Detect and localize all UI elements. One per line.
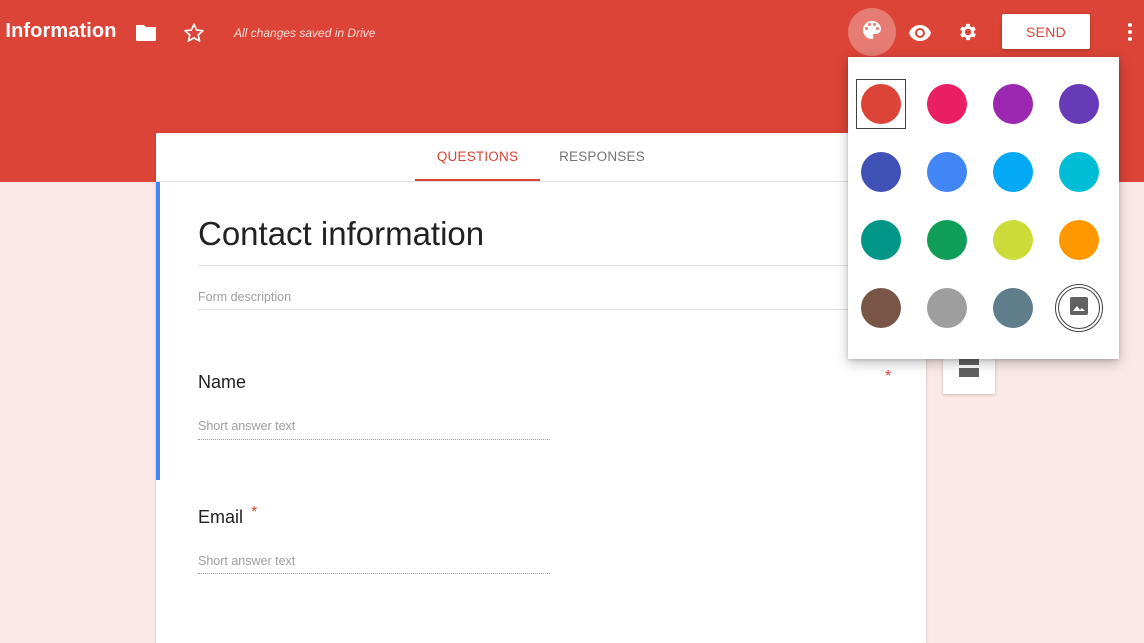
color-swatch[interactable] [927,84,967,124]
color-swatch[interactable] [1059,220,1099,260]
name-short-answer-placeholder: Short answer text [198,419,296,433]
tab-responses[interactable]: RESPONSES [540,133,664,180]
color-swatch[interactable] [1059,84,1099,124]
color-swatch[interactable] [861,220,901,260]
document-title[interactable]: t Information [0,20,117,43]
required-asterisk: * [885,368,892,385]
description-divider [198,309,898,310]
tab-questions[interactable]: QUESTIONS [415,133,540,181]
active-section-indicator [156,182,160,480]
color-swatch[interactable] [861,152,901,192]
answer-line [198,573,550,574]
color-swatch[interactable] [861,84,901,124]
send-button[interactable]: SEND [1002,14,1090,49]
folder-icon[interactable] [133,20,159,46]
gear-icon[interactable] [952,16,984,48]
form-card: QUESTIONS RESPONSES Contact information … [156,133,926,643]
color-swatch[interactable] [1059,152,1099,192]
color-swatch[interactable] [927,220,967,260]
color-swatch[interactable] [927,288,967,328]
question-email-title[interactable]: Email [198,507,243,528]
star-icon[interactable] [181,20,207,46]
theme-color-picker [848,57,1119,359]
question-name-title[interactable]: Name [198,372,246,393]
email-short-answer-placeholder: Short answer text [198,554,296,568]
color-swatch[interactable] [993,84,1033,124]
custom-image-ring [1058,287,1100,329]
tab-bar: QUESTIONS RESPONSES [156,133,926,182]
saved-status-text: All changes saved in Drive [234,26,376,40]
required-asterisk: * [251,504,258,521]
color-swatch[interactable] [993,288,1033,328]
more-vert-icon[interactable] [1118,18,1142,46]
color-swatch[interactable] [993,152,1033,192]
color-swatch[interactable] [927,152,967,192]
palette-icon [860,18,884,47]
title-divider [198,265,898,266]
section-icon[interactable] [959,356,979,378]
custom-image-button[interactable] [1055,284,1103,332]
form-title[interactable]: Contact information [198,215,484,253]
form-description-field[interactable]: Form description [198,290,291,304]
eye-icon[interactable] [904,17,936,49]
color-swatch[interactable] [861,288,901,328]
image-icon [1070,296,1088,320]
color-swatch[interactable] [993,220,1033,260]
answer-line [198,439,550,440]
palette-button[interactable] [848,8,896,56]
